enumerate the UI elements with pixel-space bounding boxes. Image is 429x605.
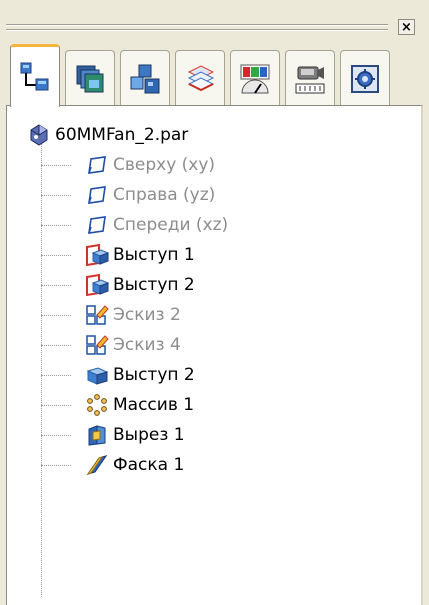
tab-layers[interactable] bbox=[65, 50, 115, 106]
close-icon: × bbox=[401, 19, 412, 35]
tab-settings[interactable] bbox=[340, 50, 390, 106]
camera-animation-icon bbox=[295, 66, 325, 93]
part-icon bbox=[30, 124, 48, 146]
protrusion-icon bbox=[86, 243, 109, 267]
reference-plane-icon bbox=[88, 216, 106, 234]
tab-feature-tree[interactable] bbox=[10, 44, 60, 107]
sketch-icon bbox=[86, 335, 109, 355]
panel-grip-bar[interactable] bbox=[6, 18, 388, 34]
tree-connector bbox=[41, 144, 42, 597]
tab-feature-color[interactable] bbox=[230, 50, 280, 106]
tree-item-label: Выступ 2 bbox=[113, 275, 195, 295]
feature-color-icon bbox=[240, 64, 270, 94]
family-of-parts-icon bbox=[187, 64, 215, 91]
feature-tree-icon bbox=[20, 62, 49, 91]
tree-item-label: Вырез 1 bbox=[113, 425, 185, 445]
close-button[interactable]: × bbox=[398, 19, 415, 35]
tab-camera-animation[interactable] bbox=[285, 50, 335, 106]
protrusion-icon bbox=[86, 273, 109, 297]
tree-item-label: Сверху (xy) bbox=[113, 155, 216, 175]
layers-icon bbox=[76, 65, 104, 92]
cutout-icon bbox=[88, 425, 106, 446]
settings-icon bbox=[351, 64, 379, 93]
tree-item-label: Эскиз 4 bbox=[113, 335, 181, 355]
tab-family-of-parts[interactable] bbox=[175, 50, 225, 106]
chamfer-icon bbox=[86, 455, 108, 475]
tab-strip bbox=[6, 44, 423, 107]
tab-parts-library[interactable] bbox=[120, 50, 170, 106]
tree-item-label: Массив 1 bbox=[113, 395, 195, 415]
feature-tree-panel[interactable]: 60MMFan_2.par Сверху (xy) Справа (yz) Сп… bbox=[6, 105, 423, 605]
tree-item-label: Спереди (xz) bbox=[113, 215, 229, 235]
reference-plane-icon bbox=[88, 156, 106, 174]
tree-item-label: Фаска 1 bbox=[113, 455, 185, 475]
extrude-icon bbox=[86, 367, 109, 385]
tree-item-label: Выступ 1 bbox=[113, 245, 195, 265]
tree-item-label: Эскиз 2 bbox=[113, 305, 181, 325]
tree-item-label: Выступ 2 bbox=[113, 365, 195, 385]
reference-plane-icon bbox=[88, 186, 106, 204]
tree-item-label: Справа (yz) bbox=[113, 185, 216, 205]
pattern-icon bbox=[87, 394, 107, 416]
parts-library-icon bbox=[130, 64, 160, 93]
sketch-icon bbox=[86, 305, 109, 325]
feature-tree: 60MMFan_2.par Сверху (xy) Справа (yz) Сп… bbox=[7, 106, 421, 605]
tree-root-label: 60MMFan_2.par bbox=[55, 125, 189, 145]
